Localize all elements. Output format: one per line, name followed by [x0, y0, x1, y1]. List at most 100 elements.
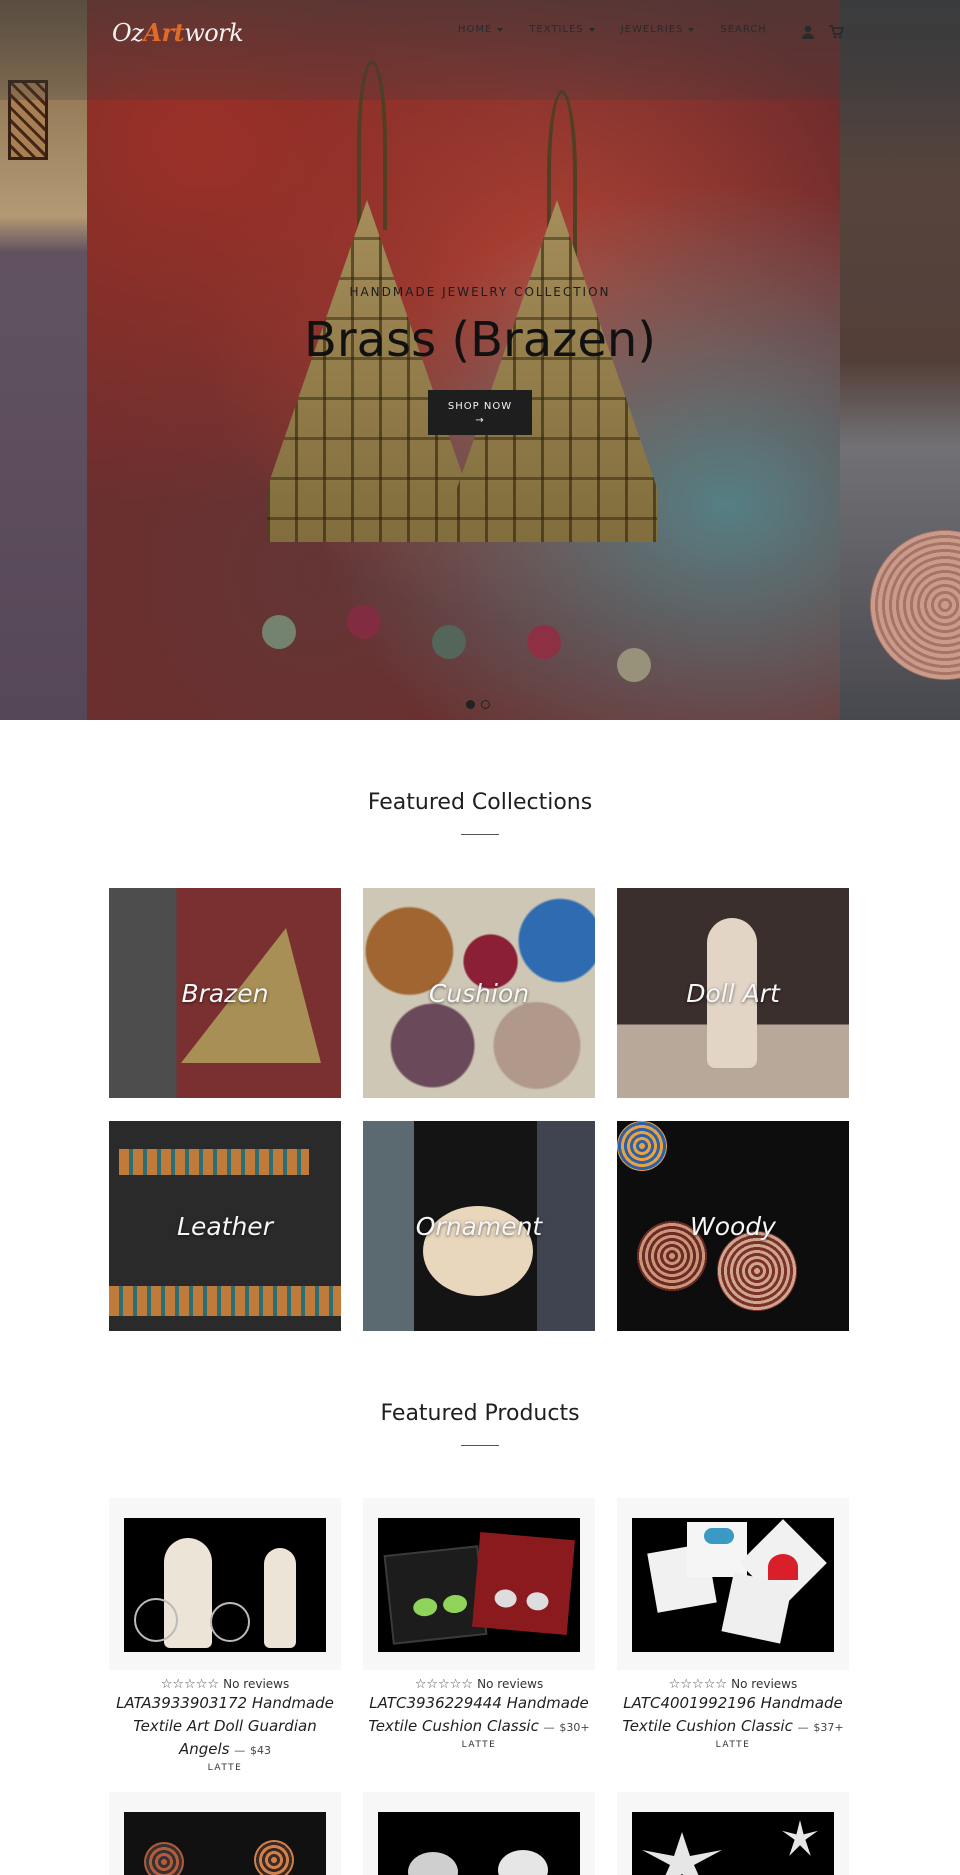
logo-oz: Oz [112, 19, 144, 47]
collection-image [109, 1286, 341, 1316]
collection-label: Doll Art [686, 978, 780, 1008]
collection-ornament[interactable]: Ornament [363, 1121, 595, 1331]
collection-label: Ornament [415, 1211, 543, 1241]
product-title-line: Textile Cushion Classic [622, 1717, 793, 1735]
product-image [378, 1812, 580, 1875]
product-image [632, 1812, 834, 1875]
product-vendor: LATTE [461, 1740, 497, 1750]
product-info: ☆☆☆☆☆ No reviews LATC4001992196 Handmade… [617, 1677, 849, 1750]
product-card[interactable] [617, 1792, 849, 1875]
cushion-black [383, 1545, 488, 1645]
slide-dot-2[interactable] [481, 700, 490, 709]
product-card[interactable] [109, 1792, 341, 1875]
cart-icon[interactable] [828, 24, 845, 40]
cushion-white [721, 1572, 793, 1644]
cushion-pattern [704, 1528, 734, 1544]
reviews-label: No reviews [223, 1677, 290, 1691]
shop-now-label: SHOP NOW [447, 401, 513, 412]
product-image [378, 1518, 580, 1652]
price-separator: — [234, 1744, 246, 1757]
product-figure [498, 1850, 548, 1875]
cushion-eye [493, 1588, 518, 1609]
nav-item-home[interactable]: Home [458, 24, 504, 35]
main-nav: Home Textiles Jewelries Search [458, 24, 793, 35]
featured-collections-title: Featured Collections [367, 790, 593, 815]
cushion-eye [442, 1593, 468, 1615]
collection-label: Woody [690, 1211, 776, 1241]
collection-cushion[interactable]: Cushion [363, 888, 595, 1098]
product-info: ☆☆☆☆☆ No reviews LATA3933903172 Handmade… [109, 1677, 341, 1773]
product-card[interactable] [109, 1498, 341, 1670]
collection-leather[interactable]: Leather [109, 1121, 341, 1331]
collection-label: Leather [177, 1211, 273, 1241]
product-figure [408, 1852, 458, 1875]
cushion-eye [525, 1591, 550, 1612]
account-icon[interactable] [800, 24, 816, 40]
collection-doll-art[interactable]: Doll Art [617, 888, 849, 1098]
collection-brazen[interactable]: Brazen [109, 888, 341, 1098]
cushion-eye [412, 1596, 439, 1618]
product-rating: ☆☆☆☆☆ No reviews [363, 1677, 595, 1692]
nav-item-textiles[interactable]: Textiles [529, 24, 595, 35]
collection-label: Cushion [428, 978, 530, 1008]
chevron-down-icon [588, 27, 595, 32]
nav-label: Textiles [529, 24, 584, 35]
price-separator: — [543, 1721, 555, 1734]
cushion-red [472, 1532, 575, 1635]
shop-now-button[interactable]: SHOP NOW → [428, 390, 532, 435]
earring-image [254, 1840, 294, 1875]
logo-art: Art [143, 18, 185, 47]
product-title-line: Textile Art Doll Guardian [133, 1717, 317, 1735]
product-price: $43 [250, 1744, 272, 1757]
product-rating: ☆☆☆☆☆ No reviews [617, 1677, 849, 1692]
hero-subtitle: HANDMADE JEWELRY COLLECTION [349, 285, 611, 299]
hero-slideshow[interactable]: HANDMADE JEWELRY COLLECTION Brass (Braze… [0, 0, 960, 720]
nav-label: Jewelries [620, 24, 684, 35]
star-rating-icon: ☆☆☆☆☆ [414, 1677, 474, 1692]
slide-dot-1[interactable] [466, 700, 475, 709]
heart-icon [768, 1554, 798, 1580]
doll-wing [134, 1598, 178, 1642]
doll-figure [264, 1548, 296, 1648]
collection-label: Brazen [181, 978, 269, 1008]
product-title-line: LATA3933903172 Handmade [116, 1694, 334, 1712]
product-card[interactable] [363, 1498, 595, 1670]
collection-woody[interactable]: Woody [617, 1121, 849, 1331]
chevron-down-icon [688, 27, 695, 32]
product-title-line: Angels [178, 1740, 230, 1758]
site-logo[interactable]: OzArtwork [112, 18, 244, 47]
section-divider [461, 834, 499, 835]
product-card[interactable] [617, 1498, 849, 1670]
product-title[interactable]: LATC3936229444 Handmade Textile Cushion … [363, 1692, 595, 1739]
product-image [124, 1518, 326, 1652]
reviews-label: No reviews [731, 1677, 798, 1691]
collection-image [119, 1149, 309, 1175]
nav-item-jewelries[interactable]: Jewelries [621, 24, 695, 35]
snowflake-icon [642, 1832, 722, 1875]
site-header: OzArtwork Home Textiles Jewelries Search [0, 0, 960, 100]
nav-label: Home [458, 24, 493, 35]
product-info: ☆☆☆☆☆ No reviews LATC3936229444 Handmade… [363, 1677, 595, 1750]
product-title-line: Textile Cushion Classic [368, 1717, 539, 1735]
product-price: $30+ [559, 1721, 590, 1734]
collection-image [717, 1231, 797, 1311]
product-title[interactable]: LATC4001992196 Handmade Textile Cushion … [617, 1692, 849, 1739]
collection-image [617, 1121, 667, 1171]
nav-label: Search [720, 24, 767, 35]
product-vendor: LATTE [715, 1740, 751, 1750]
earring-image [144, 1842, 184, 1875]
star-rating-icon: ☆☆☆☆☆ [668, 1677, 728, 1692]
price-separator: — [797, 1721, 809, 1734]
product-title-line: LATC4001992196 Handmade [623, 1694, 843, 1712]
reviews-label: No reviews [477, 1677, 544, 1691]
product-title[interactable]: LATA3933903172 Handmade Textile Art Doll… [109, 1692, 341, 1762]
product-card[interactable] [363, 1792, 595, 1875]
product-image [632, 1518, 834, 1652]
product-rating: ☆☆☆☆☆ No reviews [109, 1677, 341, 1692]
product-vendor: LATTE [207, 1763, 243, 1773]
section-divider [461, 1445, 499, 1446]
slideshow-dots [466, 700, 490, 709]
nav-item-search[interactable]: Search [720, 24, 766, 35]
arrow-right-icon: → [475, 415, 485, 426]
product-title-line: LATC3936229444 Handmade [369, 1694, 589, 1712]
